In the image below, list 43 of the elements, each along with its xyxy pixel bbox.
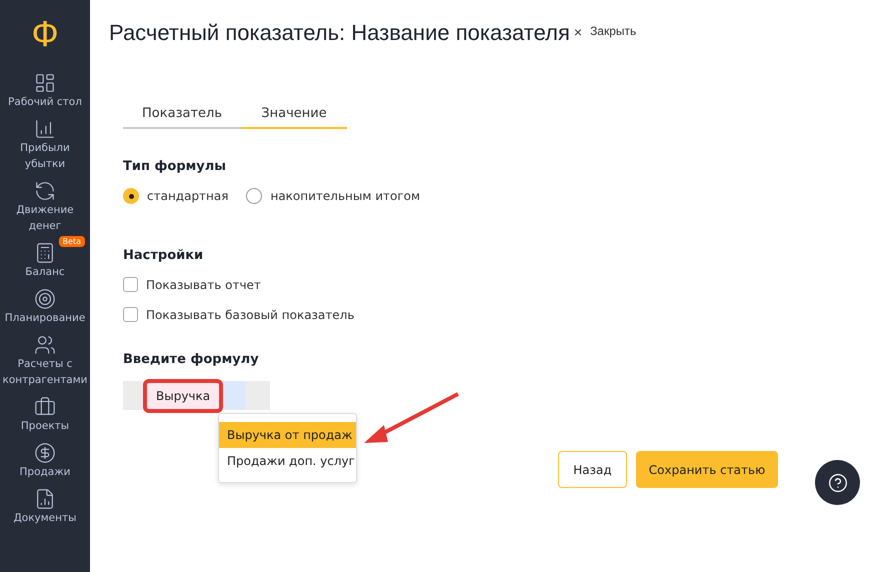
- page-title: Расчетный показатель: Название показателя: [109, 19, 570, 47]
- checkbox[interactable]: [123, 307, 138, 322]
- beta-badge: Beta: [58, 236, 85, 247]
- sidebar-item[interactable]: Планирование: [1, 310, 89, 326]
- radio-label: накопительным итогом: [270, 189, 420, 203]
- sidebar-item[interactable]: Движение денег: [1, 202, 89, 234]
- sidebar-item[interactable]: Проекты: [1, 418, 89, 434]
- menu-item[interactable]: Выручка от продаж: [219, 422, 356, 448]
- tab[interactable]: Показатель: [123, 100, 241, 129]
- formula-token: Выручка: [143, 378, 224, 412]
- checkbox-label: Показывать базовый показатель: [146, 308, 354, 322]
- section-heading: Введите формулу: [123, 352, 260, 367]
- briefcase-icon[interactable]: [34, 396, 56, 418]
- section-heading: Настройки: [123, 248, 204, 263]
- radio-button[interactable]: [123, 188, 139, 204]
- help-icon: [828, 472, 848, 492]
- tab[interactable]: Значение: [241, 100, 347, 129]
- target-icon[interactable]: [34, 288, 56, 310]
- sidebar-item[interactable]: Рабочий стол: [1, 94, 89, 110]
- dashboard-icon[interactable]: [34, 72, 56, 94]
- radio-label: стандартная: [147, 189, 228, 203]
- checkbox[interactable]: [123, 277, 138, 292]
- section-heading: Тип формулы: [123, 159, 227, 174]
- logo: Ф: [31, 14, 59, 54]
- menu-item[interactable]: Продажи доп. услуг: [219, 448, 356, 474]
- document-chart-icon[interactable]: [34, 488, 56, 510]
- sidebar-item[interactable]: Расчеты с контрагентами: [1, 356, 89, 388]
- sidebar-item[interactable]: Прибыли убытки: [1, 140, 89, 172]
- dollar-icon[interactable]: [34, 442, 56, 464]
- text-cursor-highlight: [223, 381, 246, 410]
- sidebar-item[interactable]: Баланс: [1, 264, 89, 280]
- sidebar-item[interactable]: Документы: [1, 510, 89, 526]
- checkbox-label: Показывать отчет: [146, 278, 261, 292]
- save-button[interactable]: Сохранить статью: [636, 451, 778, 488]
- sidebar-item[interactable]: Продажи: [1, 464, 89, 480]
- help-button[interactable]: [815, 460, 860, 505]
- calculator-icon[interactable]: [34, 242, 56, 264]
- close-button[interactable]: × Закрыть: [574, 24, 636, 40]
- back-button[interactable]: Назад: [558, 451, 627, 488]
- people-icon[interactable]: [34, 334, 56, 356]
- exchange-icon[interactable]: [34, 180, 56, 202]
- radio-button[interactable]: [246, 188, 262, 204]
- bar-chart-icon[interactable]: [34, 118, 56, 140]
